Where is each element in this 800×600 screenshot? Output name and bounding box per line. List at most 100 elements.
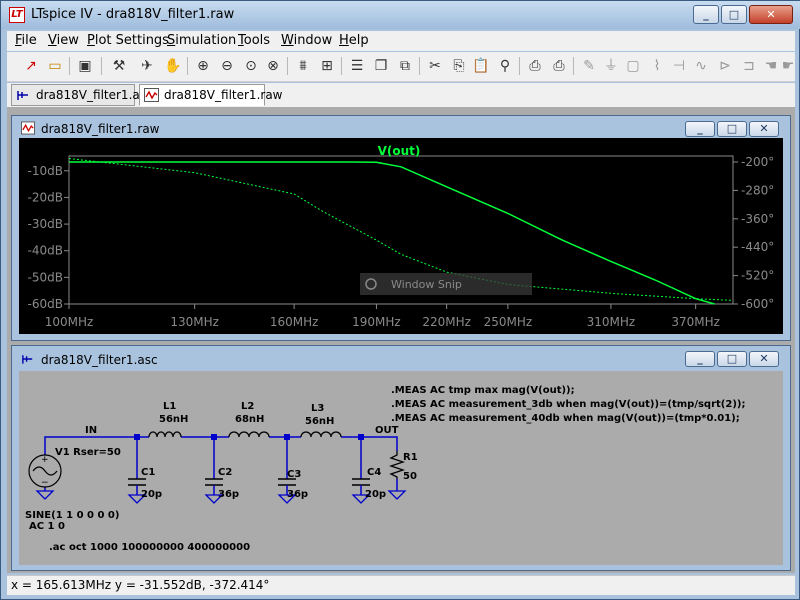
meas-directive-1[interactable]: .MEAS AC tmp max mag(V(out)); [391,385,575,396]
tile-horizontal-icon[interactable]: ☰ [347,56,367,76]
resistor-r1[interactable] [388,451,406,479]
y-right-tick-label: -440° [741,240,774,254]
x-tick-label: 130MHz [170,315,219,329]
ground-icon[interactable]: ⏚ [601,56,621,76]
control-panel-icon[interactable]: ⚒ [109,56,129,76]
l2-value: 68nH [235,414,264,425]
l3-value: 56nH [305,416,334,427]
draw-wire-icon[interactable]: ✎ [579,56,599,76]
c1-name: C1 [141,467,155,478]
y-left-tick-label: -20dB [28,190,63,204]
schematic-canvas[interactable]: + − IN OUT V1 Rser=50 SINE(1 1 0 0 0 0) … [19,371,783,565]
c3-name: C3 [287,469,301,480]
trace-label-vout[interactable]: V(out) [378,144,421,158]
paste-icon[interactable]: 📋 [471,56,491,76]
toolbar-separator [519,57,520,75]
close-all-windows-icon[interactable]: ⧉ [395,56,415,76]
capacitor-icon[interactable]: ⊣ [669,56,689,76]
print-icon[interactable]: ⎙ [549,56,569,76]
move-hand-icon[interactable]: ☚ [761,56,781,76]
menu-plot-settings[interactable]: Plot Settings [87,33,169,48]
new-schematic-icon[interactable]: ↗ [21,56,41,76]
toolbar-separator [287,57,288,75]
schematic-close-button[interactable]: ✕ [749,351,779,367]
run-icon[interactable]: ✈ [137,56,157,76]
y-right-tick-label: -280° [741,183,774,197]
plot-close-button[interactable]: ✕ [749,121,779,137]
net-label-out: OUT [375,425,399,436]
menu-simulation[interactable]: Simulation [167,33,236,48]
waveform-plot-pane[interactable]: 100MHz 130MHz 160MHz 190MHz 220MHz 250MHz 310M… [19,138,783,334]
zoom-cancel-icon[interactable]: ⊗ [263,56,283,76]
l1-value: 56nH [159,414,188,425]
autorange-icon[interactable]: ⩩ [293,56,313,76]
voltage-source-v1[interactable]: + − [28,454,62,488]
cascade-windows-icon[interactable]: ❐ [371,56,391,76]
zoom-out-icon[interactable]: ⊖ [217,56,237,76]
pick-traces-icon[interactable]: ⊞ [317,56,337,76]
print-preview-icon[interactable]: ⎙ [525,56,545,76]
toolbar-separator [69,57,70,75]
drag-hand-icon[interactable]: ☛ [781,56,795,76]
inductor-l3[interactable] [300,431,342,438]
save-icon[interactable]: ▣ [75,56,95,76]
c4-value: 20p [365,489,386,500]
inductor-l2[interactable] [228,431,270,438]
inductor-icon[interactable]: ∿ [691,56,711,76]
ac-directive[interactable]: .ac oct 1000 100000000 400000000 [49,542,250,553]
schematic-minimize-button[interactable]: _ [685,351,715,367]
c2-name: C2 [218,467,232,478]
close-button[interactable]: ✕ [749,5,793,24]
y-right-tick-label: -600° [741,297,774,311]
maximize-button[interactable]: □ [721,5,747,24]
schematic-restore-button[interactable]: □ [717,351,747,367]
tab-waveform[interactable]: dra818V_filter1.raw [139,84,282,106]
svg-text:+: + [41,455,49,465]
ltspice-logo-icon: LT [9,7,25,23]
component-icon[interactable]: ⊐ [739,56,759,76]
c4-name: C4 [367,467,381,478]
l1-name: L1 [163,401,176,412]
plot-window-title: dra818V_filter1.raw [41,122,160,136]
halt-hand-icon[interactable]: ✋ [163,56,183,76]
schematic-window-title: dra818V_filter1.asc [41,353,158,367]
inductor-l1[interactable] [148,431,182,438]
menu-tools[interactable]: Tools [238,33,270,48]
menu-file[interactable]: File [15,33,37,48]
tab-schematic-label: dra818V_filter1.asc [36,88,153,102]
tab-waveform-label: dra818V_filter1.raw [164,88,283,102]
y-right-tick-label: -520° [741,269,774,283]
c3-value: 36p [287,489,308,500]
window-title: LTspice IV - dra818V_filter1.raw [31,7,235,22]
zoom-fit-icon[interactable]: ⊙ [241,56,261,76]
snip-text: Window Snip [391,278,462,291]
cut-icon[interactable]: ✂ [425,56,445,76]
schematic-icon [17,91,28,100]
tab-schematic[interactable]: dra818V_filter1.asc [11,84,153,106]
plot-minimize-button[interactable]: _ [685,121,715,137]
copy-icon[interactable]: ⎘ [449,56,469,76]
meas-directive-2[interactable]: .MEAS AC measurement_3db when mag(V(out)… [391,399,745,410]
menu-view[interactable]: View [48,33,79,48]
y-left-tick-label: -30dB [28,217,63,231]
open-folder-icon[interactable]: ▭ [45,56,65,76]
plot-restore-button[interactable]: □ [717,121,747,137]
menu-help[interactable]: Help [339,33,369,48]
resistor-icon[interactable]: ⌇ [647,56,667,76]
diode-icon[interactable]: ⊳ [715,56,735,76]
minimize-button[interactable]: _ [693,5,719,24]
schematic-drawing: + − IN OUT V1 Rser=50 SINE(1 1 0 0 0 0) … [25,385,745,553]
toolbar-separator [341,57,342,75]
y-left-tick-label: -60dB [28,297,63,311]
meas-directive-3[interactable]: .MEAS AC measurement_40db when mag(V(out… [391,413,740,424]
zoom-in-icon[interactable]: ⊕ [193,56,213,76]
y-left-tick-label: -50dB [28,270,63,284]
menu-window[interactable]: Window [281,33,332,48]
toolbar-separator [419,57,420,75]
find-binoculars-icon[interactable]: ⚲ [495,56,515,76]
x-tick-label: 100MHz [45,315,94,329]
x-tick-label: 220MHz [422,315,471,329]
y-right-tick-label: -360° [741,212,774,226]
net-label-in: IN [85,425,97,436]
label-net-icon[interactable]: ▢ [623,56,643,76]
